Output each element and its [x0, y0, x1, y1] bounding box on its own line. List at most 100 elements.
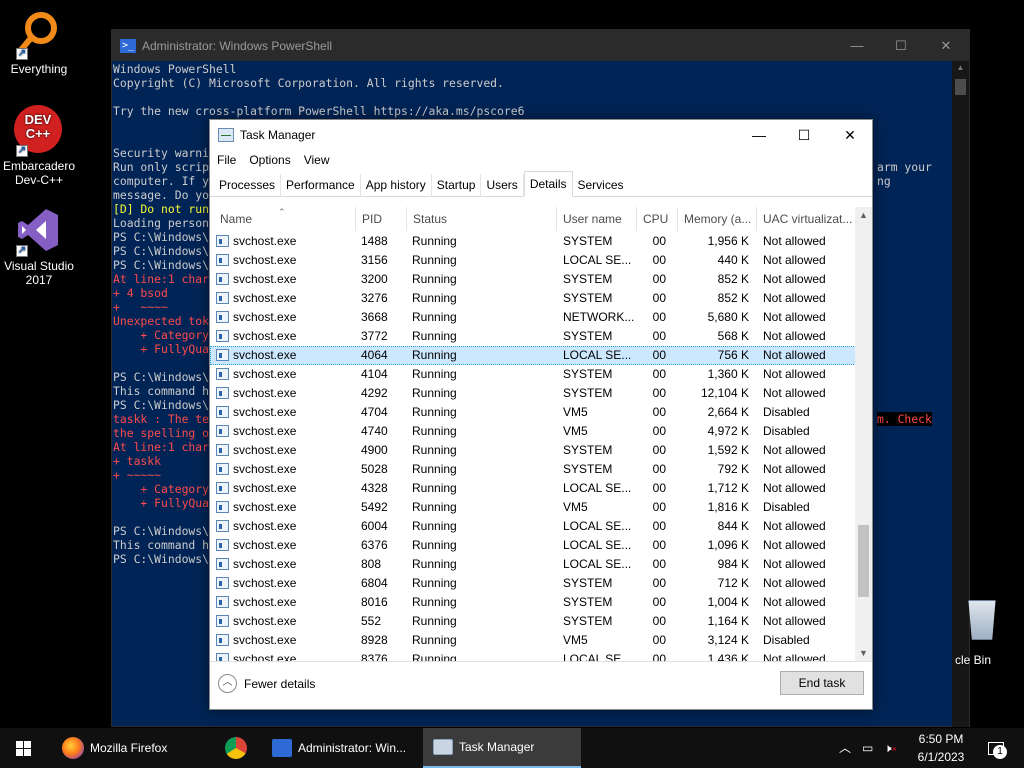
cell-status: Running: [412, 481, 457, 495]
table-scrollbar[interactable]: ▲ ▼: [855, 207, 872, 661]
table-row[interactable]: svchost.exe 4064 Running LOCAL SE... 00 756 K…: [210, 346, 856, 365]
column-header-memory[interactable]: Memory (a...: [677, 207, 756, 231]
task-manager-titlebar[interactable]: Task Manager — ☐ ✕: [210, 120, 872, 150]
table-row[interactable]: svchost.exe 4328 Running LOCAL SE... 00 1,712…: [210, 479, 856, 498]
cell-name: svchost.exe: [233, 557, 297, 571]
tab-processes[interactable]: Processes: [214, 174, 282, 197]
network-icon[interactable]: ▭: [862, 728, 873, 768]
taskbar-item-powershell[interactable]: Administrator: Win...: [262, 728, 422, 768]
cell-pid: 4064: [361, 348, 388, 362]
tab-details[interactable]: Details: [523, 171, 573, 197]
cell-uac: Not allowed: [763, 272, 826, 286]
clock-date: 6/1/2023: [917, 750, 965, 764]
desktop-icon-devcpp[interactable]: DEV C++ ↗ Embarcadero Dev-C++: [0, 105, 78, 187]
scroll-up-icon[interactable]: ▲: [952, 63, 969, 72]
desktop-icon-visual-studio[interactable]: ↗ Visual Studio 2017: [0, 205, 78, 287]
notification-center-icon[interactable]: 1: [982, 728, 1010, 768]
tab-services[interactable]: Services: [573, 174, 629, 197]
table-row[interactable]: svchost.exe 6376 Running LOCAL SE... 00 1,096…: [210, 536, 856, 555]
minimize-button[interactable]: —: [834, 30, 880, 61]
table-row[interactable]: svchost.exe 5028 Running SYSTEM 00 792 K Not a…: [210, 460, 856, 479]
taskbar-item-chrome[interactable]: [215, 728, 261, 768]
cell-pid: 3156: [361, 253, 388, 267]
table-row[interactable]: svchost.exe 4292 Running SYSTEM 00 12,104 K No…: [210, 384, 856, 403]
table-row[interactable]: svchost.exe 8016 Running SYSTEM 00 1,004 K Not…: [210, 593, 856, 612]
fewer-details-button[interactable]: ︿ Fewer details: [218, 674, 315, 693]
desktop-icon-recycle-bin[interactable]: cle Bin: [955, 600, 1024, 667]
table-row[interactable]: svchost.exe 6804 Running SYSTEM 00 712 K Not a…: [210, 574, 856, 593]
cell-pid: 4104: [361, 367, 388, 381]
task-manager-window[interactable]: Task Manager — ☐ ✕ File Options View Pro…: [209, 119, 873, 710]
table-row[interactable]: svchost.exe 3668 Running NETWORK... 00 5,680 …: [210, 308, 856, 327]
volume-muted-icon[interactable]: 🕨×: [884, 728, 897, 768]
sort-ascending-icon: ⌃: [278, 207, 286, 217]
minimize-button[interactable]: —: [736, 120, 782, 150]
powershell-titlebar[interactable]: >_ Administrator: Windows PowerShell — ☐…: [112, 30, 969, 61]
table-row[interactable]: svchost.exe 4900 Running SYSTEM 00 1,592 K Not…: [210, 441, 856, 460]
tab-app-history[interactable]: App history: [361, 174, 432, 197]
close-button[interactable]: ✕: [923, 30, 969, 61]
close-button[interactable]: ✕: [827, 120, 873, 150]
table-row[interactable]: svchost.exe 1488 Running SYSTEM 00 1,956 K Not…: [210, 232, 856, 251]
cell-user-name: LOCAL SE...: [563, 557, 632, 571]
task-manager-icon: [433, 739, 453, 755]
column-header-user-name[interactable]: User name: [556, 207, 636, 231]
table-row[interactable]: svchost.exe 8376 Running LOCAL SE... 00 1,436…: [210, 650, 856, 661]
cell-user-name: LOCAL SE...: [563, 348, 632, 362]
cell-pid: 6376: [361, 538, 388, 552]
taskbar-item-task-manager[interactable]: Task Manager: [423, 728, 581, 768]
cell-pid: 3772: [361, 329, 388, 343]
column-header-uac[interactable]: UAC virtualizat...: [756, 207, 856, 231]
process-icon: [216, 615, 229, 627]
cell-pid: 4328: [361, 481, 388, 495]
column-header-pid[interactable]: PID: [355, 207, 406, 231]
start-button[interactable]: [0, 728, 48, 768]
table-row[interactable]: svchost.exe 552 Running SYSTEM 00 1,164 K Not …: [210, 612, 856, 631]
process-icon: [216, 501, 229, 513]
table-row[interactable]: svchost.exe 6004 Running LOCAL SE... 00 844 K…: [210, 517, 856, 536]
cell-status: Running: [412, 462, 457, 476]
scrollbar-thumb[interactable]: [955, 79, 966, 95]
tab-performance[interactable]: Performance: [281, 174, 361, 197]
maximize-button[interactable]: ☐: [878, 30, 924, 61]
process-icon: [216, 292, 229, 304]
cell-name: svchost.exe: [233, 500, 297, 514]
table-row[interactable]: svchost.exe 4740 Running VM5 00 4,972 K Disabl…: [210, 422, 856, 441]
menu-file[interactable]: File: [210, 153, 242, 167]
cell-uac: Not allowed: [763, 614, 826, 628]
tab-startup[interactable]: Startup: [432, 174, 482, 197]
table-row[interactable]: svchost.exe 3276 Running SYSTEM 00 852 K Not a…: [210, 289, 856, 308]
table-row[interactable]: svchost.exe 8928 Running VM5 00 3,124 K Disabl…: [210, 631, 856, 650]
cell-user-name: VM5: [563, 405, 588, 419]
clock[interactable]: 6:50 PM 6/1/2023: [906, 730, 976, 766]
column-header-cpu[interactable]: CPU: [636, 207, 677, 231]
menu-options[interactable]: Options: [242, 153, 296, 167]
scroll-down-icon[interactable]: ▼: [855, 648, 872, 658]
cell-status: Running: [412, 386, 457, 400]
scrollbar-thumb[interactable]: [858, 525, 869, 597]
column-header-status[interactable]: Status: [406, 207, 556, 231]
column-header-name[interactable]: Name ⌃: [210, 207, 355, 231]
table-row[interactable]: svchost.exe 5492 Running VM5 00 1,816 K Disabl…: [210, 498, 856, 517]
table-row[interactable]: svchost.exe 3200 Running SYSTEM 00 852 K Not a…: [210, 270, 856, 289]
scroll-up-icon[interactable]: ▲: [855, 210, 872, 220]
show-hidden-icons-chevron-icon[interactable]: ︿: [839, 728, 851, 768]
table-row[interactable]: svchost.exe 3156 Running LOCAL SE... 00 440 K…: [210, 251, 856, 270]
tab-users[interactable]: Users: [481, 174, 524, 197]
table-row[interactable]: svchost.exe 4104 Running SYSTEM 00 1,360 K Not…: [210, 365, 856, 384]
table-row[interactable]: svchost.exe 4704 Running VM5 00 2,664 K Disabl…: [210, 403, 856, 422]
end-task-button[interactable]: End task: [780, 671, 864, 695]
taskbar-item-label: Mozilla Firefox: [90, 741, 168, 755]
cell-pid: 1488: [361, 234, 388, 248]
cell-status: Running: [412, 443, 457, 457]
desktop-icon-everything[interactable]: ↗ Everything: [0, 8, 78, 76]
powershell-icon: >_: [120, 38, 136, 53]
cell-user-name: VM5: [563, 424, 588, 438]
maximize-button[interactable]: ☐: [781, 120, 827, 150]
table-row[interactable]: svchost.exe 3772 Running SYSTEM 00 568 K Not a…: [210, 327, 856, 346]
taskbar-item-firefox[interactable]: Mozilla Firefox: [52, 728, 217, 768]
table-row[interactable]: svchost.exe 808 Running LOCAL SE... 00 984 K N…: [210, 555, 856, 574]
cell-memory: 1,436 K: [707, 652, 749, 661]
menu-view[interactable]: View: [297, 153, 336, 167]
process-icon: [216, 311, 229, 323]
